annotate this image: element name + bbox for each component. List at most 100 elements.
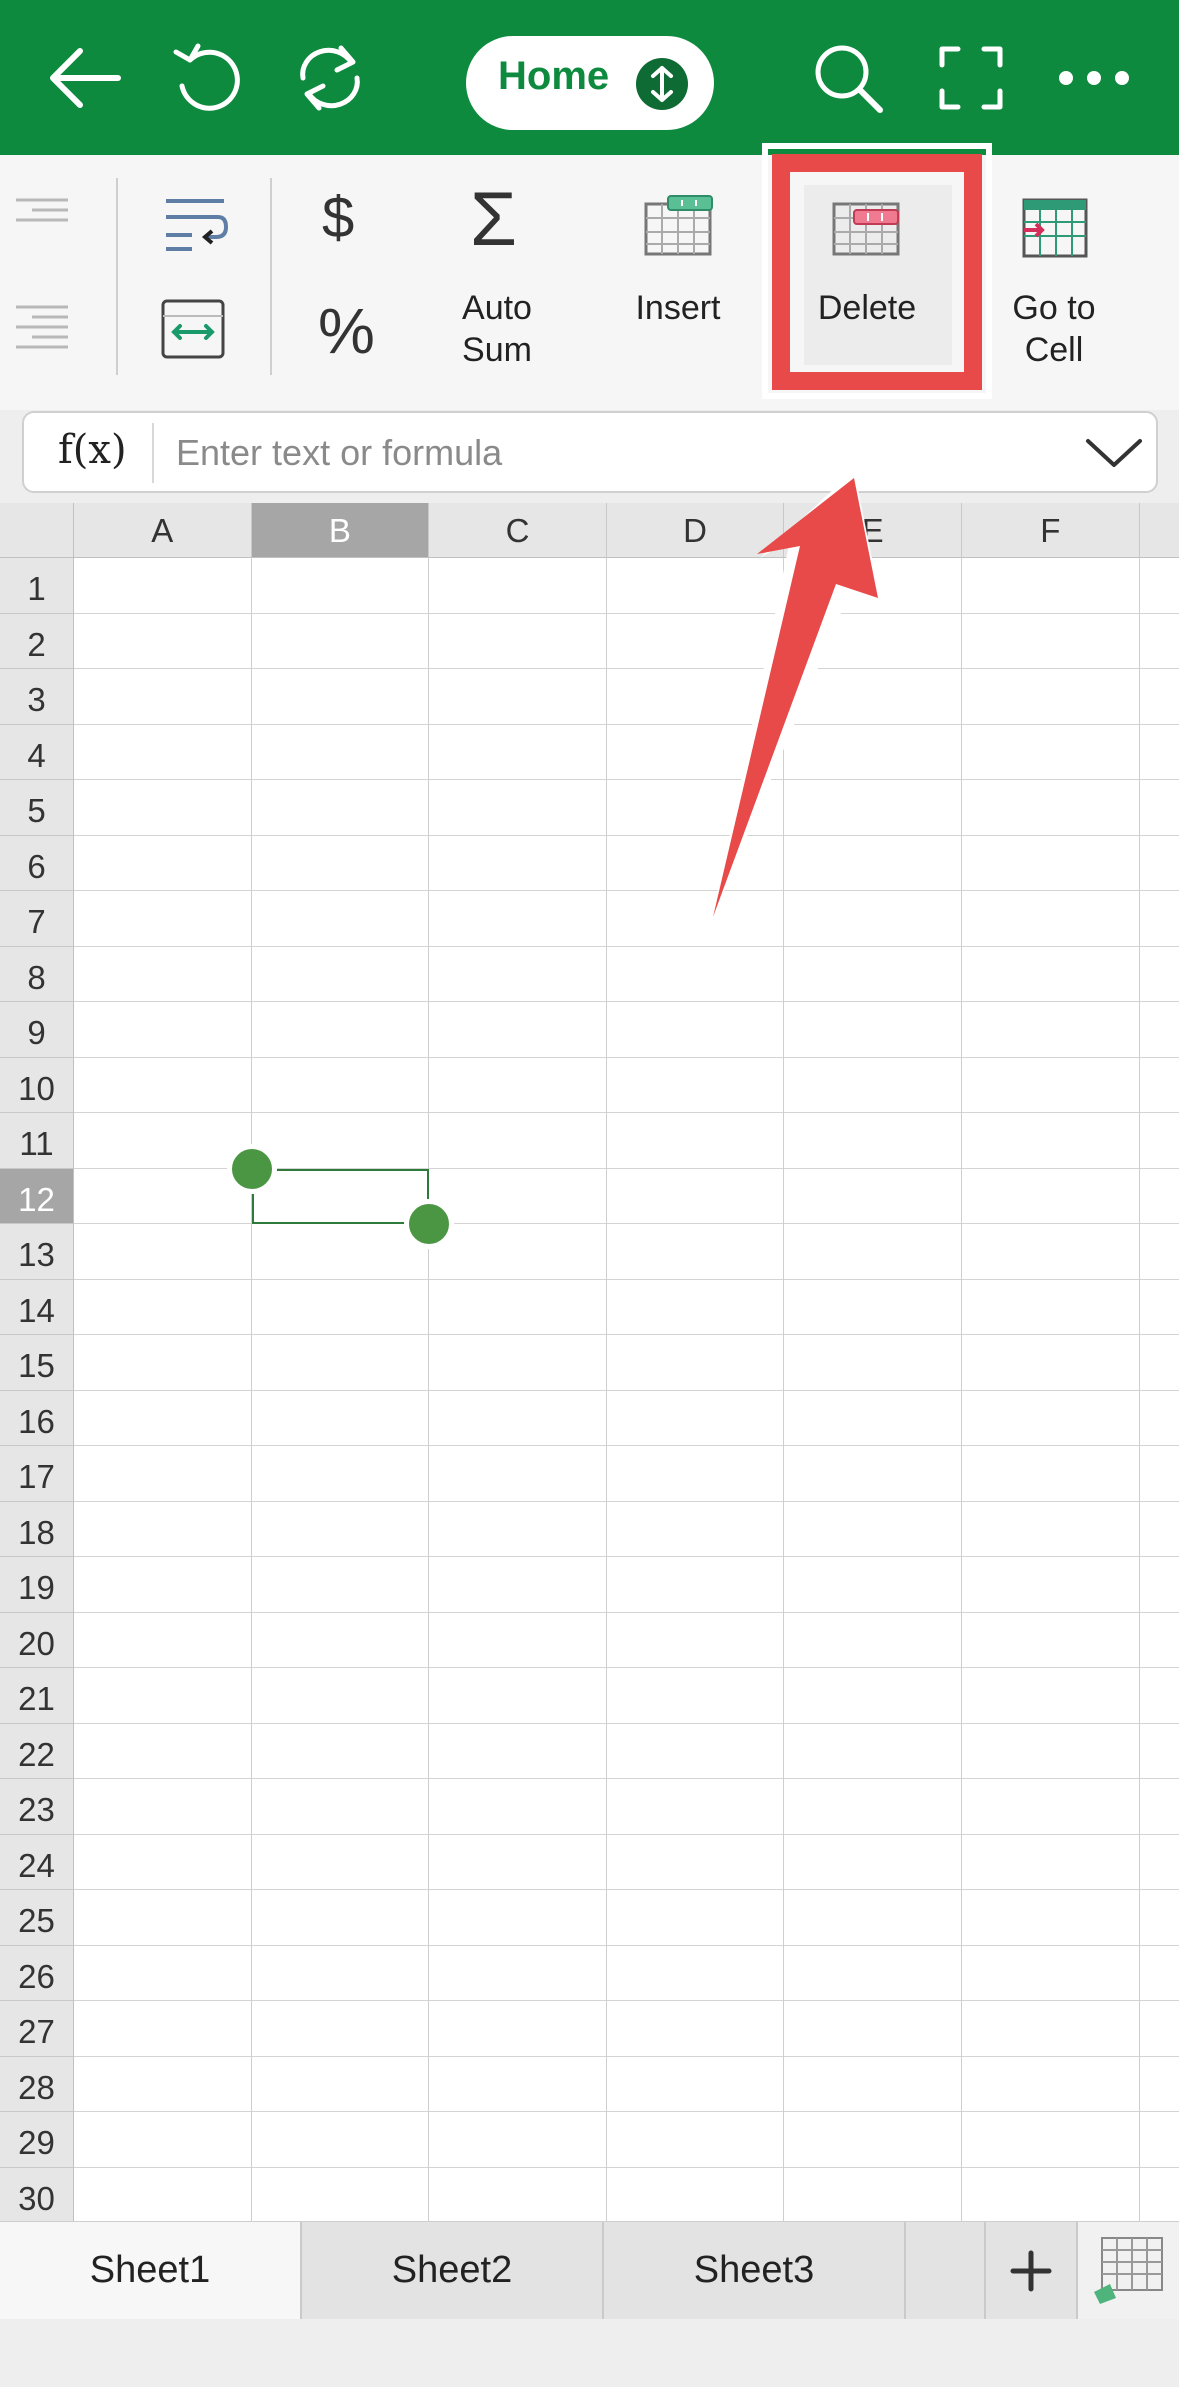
- row-header-8[interactable]: 8: [0, 946, 74, 1002]
- row-header-10[interactable]: 10: [0, 1057, 74, 1113]
- row-header-11[interactable]: 11: [0, 1113, 74, 1169]
- row-gridline: [74, 612, 1179, 614]
- column-header-partial[interactable]: [1139, 503, 1179, 558]
- sigma-icon[interactable]: Σ: [470, 176, 517, 263]
- row-header-21[interactable]: 21: [0, 1668, 74, 1724]
- row-gridline: [74, 1889, 1179, 1890]
- column-header-f[interactable]: F: [962, 503, 1140, 558]
- row-header-19[interactable]: 19: [0, 1557, 74, 1613]
- sheet-tab-bar: Sheet1 Sheet2 Sheet3: [0, 2221, 1179, 2319]
- chevron-down-icon[interactable]: [1084, 427, 1144, 477]
- up-down-arrows-icon: [636, 58, 688, 110]
- column-gridline: [428, 558, 430, 2221]
- redo-icon[interactable]: [282, 30, 378, 126]
- row-header-30[interactable]: 30: [0, 2167, 74, 2221]
- wrap-text-icon[interactable]: [162, 195, 229, 258]
- row-gridline: [74, 723, 1179, 725]
- row-header-20[interactable]: 20: [0, 1612, 74, 1668]
- fx-button[interactable]: f(x): [58, 427, 127, 473]
- row-gridline: [74, 668, 1179, 669]
- ribbon-separator: [116, 178, 118, 375]
- row-gridline: [74, 834, 1179, 836]
- row-gridline: [74, 1112, 1179, 1113]
- plus-icon: [1010, 2250, 1052, 2291]
- fullscreen-icon[interactable]: [923, 30, 1019, 126]
- row-gridline: [74, 890, 1179, 891]
- row-gridline: [74, 1944, 1179, 1946]
- row-gridline: [74, 779, 1179, 780]
- row-gridline: [74, 1722, 1179, 1724]
- row-gridline: [74, 2000, 1179, 2001]
- fit-width-icon[interactable]: [160, 298, 226, 365]
- row-header-9[interactable]: 9: [0, 1002, 74, 1058]
- highlight-box: [772, 154, 982, 390]
- row-header-15[interactable]: 15: [0, 1335, 74, 1391]
- column-header-b[interactable]: B: [251, 503, 430, 558]
- row-header-4[interactable]: 4: [0, 724, 74, 780]
- row-header-2[interactable]: 2: [0, 613, 74, 669]
- row-header-24[interactable]: 24: [0, 1834, 74, 1890]
- more-options-icon[interactable]: [1046, 30, 1142, 126]
- row-gridline: [74, 1278, 1179, 1280]
- select-all-corner[interactable]: [0, 503, 74, 558]
- selected-cell[interactable]: [251, 1168, 430, 1224]
- percent-format-button[interactable]: %: [318, 294, 375, 368]
- align-top-icon[interactable]: [12, 196, 72, 231]
- row-header-1[interactable]: 1: [0, 558, 74, 614]
- row-gridline: [74, 2166, 1179, 2168]
- column-header-c[interactable]: C: [429, 503, 607, 558]
- grid-view-icon[interactable]: [1092, 2232, 1168, 2308]
- column-header-d[interactable]: D: [606, 503, 785, 558]
- row-header-25[interactable]: 25: [0, 1890, 74, 1946]
- row-header-7[interactable]: 7: [0, 891, 74, 947]
- row-gridline: [74, 1001, 1179, 1002]
- selection-handle-start[interactable]: [226, 1143, 277, 1194]
- go-to-cell-icon[interactable]: [1020, 196, 1090, 265]
- row-header-12[interactable]: 12: [0, 1168, 74, 1224]
- row-gridline: [74, 1778, 1179, 1779]
- tab-spacer: [906, 2222, 986, 2319]
- row-header-17[interactable]: 17: [0, 1446, 74, 1502]
- row-header-16[interactable]: 16: [0, 1390, 74, 1446]
- row-header-23[interactable]: 23: [0, 1779, 74, 1835]
- spreadsheet-grid[interactable]: A B C D E F 1 2 3 4 5 6 7 8 9 10 11 12 13 14 15 16 17 18 19 20 21 2…: [0, 503, 1179, 2221]
- search-icon[interactable]: [800, 30, 896, 126]
- autosum-label-1[interactable]: Auto: [407, 288, 587, 328]
- column-header-a[interactable]: A: [74, 503, 252, 558]
- insert-label[interactable]: Insert: [588, 288, 768, 328]
- autosum-label-2[interactable]: Sum: [407, 330, 587, 370]
- sheet-tab-2[interactable]: Sheet2: [302, 2222, 604, 2319]
- row-header-13[interactable]: 13: [0, 1224, 74, 1280]
- row-header-29[interactable]: 29: [0, 2112, 74, 2168]
- row-header-18[interactable]: 18: [0, 1501, 74, 1557]
- selection-handle-end[interactable]: [404, 1199, 455, 1249]
- row-header-26[interactable]: 26: [0, 1945, 74, 2001]
- row-gridline: [74, 945, 1179, 947]
- row-header-14[interactable]: 14: [0, 1279, 74, 1335]
- row-gridline: [74, 1445, 1179, 1446]
- sheet-tab-3[interactable]: Sheet3: [604, 2222, 906, 2319]
- currency-format-button[interactable]: $: [322, 184, 354, 251]
- formula-bar: f(x): [22, 411, 1158, 493]
- row-gridline: [74, 1389, 1179, 1391]
- row-header-5[interactable]: 5: [0, 780, 74, 836]
- bottom-safe-area: [0, 2319, 1179, 2387]
- align-middle-icon[interactable]: [12, 303, 72, 358]
- home-tab-switcher[interactable]: Home: [466, 36, 714, 130]
- row-gridline: [74, 1500, 1179, 1502]
- formula-input[interactable]: [174, 421, 1078, 485]
- row-gridline: [74, 1223, 1179, 1224]
- row-header-3[interactable]: 3: [0, 669, 74, 725]
- row-header-28[interactable]: 28: [0, 2056, 74, 2112]
- row-header-22[interactable]: 22: [0, 1723, 74, 1779]
- top-bar: Home: [0, 0, 1179, 155]
- add-sheet-button[interactable]: [986, 2222, 1078, 2319]
- column-header-e[interactable]: E: [784, 503, 962, 558]
- row-header-27[interactable]: 27: [0, 2001, 74, 2057]
- undo-icon[interactable]: [160, 30, 256, 126]
- sheet-tab-1[interactable]: Sheet1: [0, 2222, 302, 2319]
- insert-cells-icon[interactable]: [642, 194, 716, 263]
- back-arrow-icon[interactable]: [36, 30, 132, 126]
- row-header-6[interactable]: 6: [0, 835, 74, 891]
- ribbon: [0, 155, 1179, 410]
